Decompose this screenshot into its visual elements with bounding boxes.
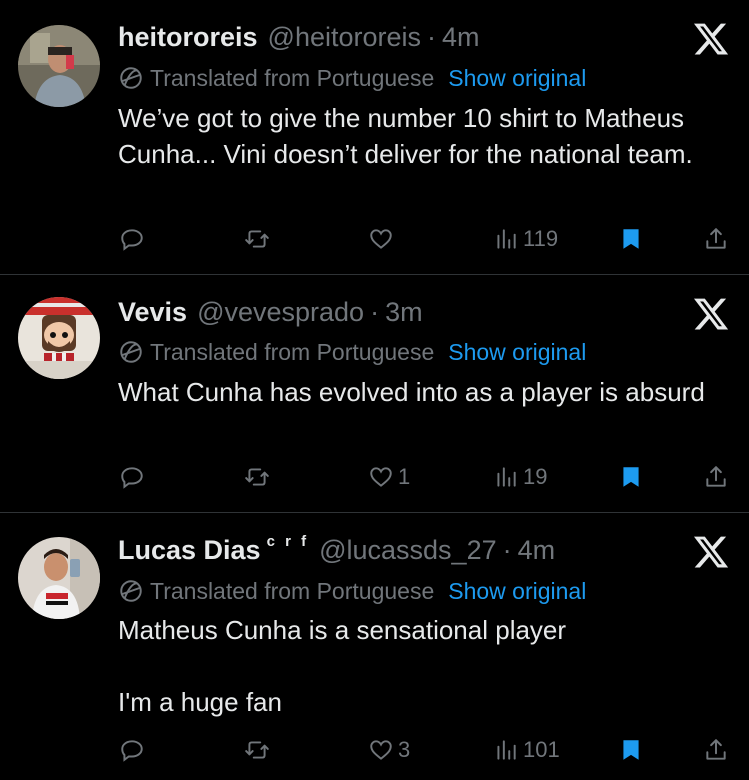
- user-handle[interactable]: @vevesprado: [197, 297, 364, 328]
- views-icon: [493, 737, 519, 763]
- tweet-text: We’ve got to give the number 10 shirt to…: [118, 103, 693, 169]
- like-count: 3: [398, 737, 411, 762]
- tweet-feed: heitororeis @heitororeis · 4m Translated…: [0, 0, 749, 780]
- show-original-link[interactable]: Show original: [448, 339, 586, 366]
- tweet-text: What Cunha has evolved into as a player …: [118, 377, 705, 407]
- display-name[interactable]: Lucas Dias: [118, 535, 261, 566]
- avatar[interactable]: [18, 297, 100, 379]
- retweet-icon: [244, 464, 270, 490]
- avatar-photo-icon: [18, 25, 100, 107]
- like-button[interactable]: 3: [368, 735, 410, 765]
- views-button[interactable]: 119: [493, 224, 558, 254]
- translation-bar: Translated from Portuguese Show original: [118, 337, 586, 367]
- like-count: 1: [398, 464, 411, 489]
- bookmark-icon: [618, 737, 644, 763]
- avatar-photo-icon: [18, 537, 100, 619]
- reply-icon: [119, 464, 145, 490]
- translation-label: Translated from Portuguese: [150, 577, 435, 604]
- retweet-button[interactable]: [244, 462, 270, 492]
- separator-dot: ·: [502, 534, 512, 565]
- timestamp[interactable]: 4m: [518, 535, 556, 566]
- translation-bar: Translated from Portuguese Show original: [118, 576, 586, 606]
- reply-icon: [119, 737, 145, 763]
- bookmark-button[interactable]: [618, 735, 644, 765]
- display-name[interactable]: Vevis: [118, 297, 187, 328]
- translation-label: Translated from Portuguese: [150, 338, 435, 365]
- view-count: 101: [523, 737, 560, 762]
- bookmark-button[interactable]: [618, 462, 644, 492]
- heart-icon: [368, 226, 394, 252]
- x-logo-icon: [692, 295, 730, 333]
- avatar[interactable]: [18, 25, 100, 107]
- reply-icon: [119, 226, 145, 252]
- bookmark-icon: [618, 226, 644, 252]
- reply-button[interactable]: [119, 735, 145, 765]
- user-handle[interactable]: @heitororeis: [268, 22, 421, 53]
- tweet[interactable]: heitororeis @heitororeis · 4m Translated…: [0, 0, 749, 275]
- tweet-actions: 3 101: [0, 735, 749, 765]
- translate-globe-icon: [118, 65, 144, 91]
- show-original-link[interactable]: Show original: [448, 65, 586, 92]
- timestamp[interactable]: 4m: [442, 22, 480, 53]
- user-handle[interactable]: @lucassds_27: [319, 535, 497, 566]
- reply-button[interactable]: [119, 462, 145, 492]
- retweet-button[interactable]: [244, 735, 270, 765]
- share-button[interactable]: [703, 735, 729, 765]
- tweet-header: Lucas Dias c r f @lucassds_27 · 4m: [118, 533, 555, 567]
- views-icon: [493, 226, 519, 252]
- heart-icon: [368, 737, 394, 763]
- share-button[interactable]: [703, 224, 729, 254]
- tweet-actions: 119: [0, 224, 749, 254]
- like-button[interactable]: [368, 224, 398, 254]
- separator-dot: ·: [427, 21, 437, 52]
- name-badge: c r f: [266, 532, 310, 550]
- share-button[interactable]: [703, 462, 729, 492]
- reply-button[interactable]: [119, 224, 145, 254]
- translation-bar: Translated from Portuguese Show original: [118, 63, 586, 93]
- tweet[interactable]: Lucas Dias c r f @lucassds_27 · 4m Trans…: [0, 513, 749, 780]
- retweet-icon: [244, 226, 270, 252]
- x-logo-icon: [692, 533, 730, 571]
- translation-label: Translated from Portuguese: [150, 64, 435, 91]
- tweet-header: heitororeis @heitororeis · 4m: [118, 20, 480, 54]
- separator-dot: ·: [370, 296, 380, 327]
- share-icon: [703, 464, 729, 490]
- bookmark-button[interactable]: [618, 224, 644, 254]
- show-original-link[interactable]: Show original: [448, 578, 586, 605]
- avatar[interactable]: [18, 537, 100, 619]
- x-logo-icon: [692, 20, 730, 58]
- view-count: 19: [523, 464, 548, 489]
- timestamp[interactable]: 3m: [385, 297, 423, 328]
- share-icon: [703, 737, 729, 763]
- like-button[interactable]: 1: [368, 462, 410, 492]
- retweet-icon: [244, 737, 270, 763]
- heart-icon: [368, 464, 394, 490]
- tweet-header: Vevis @vevesprado · 3m: [118, 295, 423, 329]
- display-name[interactable]: heitororeis: [118, 22, 258, 53]
- views-button[interactable]: 101: [493, 735, 560, 765]
- avatar-photo-icon: [18, 297, 100, 379]
- translate-globe-icon: [118, 578, 144, 604]
- views-button[interactable]: 19: [493, 462, 547, 492]
- retweet-button[interactable]: [244, 224, 270, 254]
- tweet-actions: 1 19: [0, 462, 749, 492]
- views-icon: [493, 464, 519, 490]
- tweet[interactable]: Vevis @vevesprado · 3m Translated from P…: [0, 275, 749, 513]
- tweet-text: Matheus Cunha is a sensational player I'…: [118, 615, 567, 717]
- share-icon: [703, 226, 729, 252]
- view-count: 119: [523, 226, 559, 251]
- bookmark-icon: [618, 464, 644, 490]
- translate-globe-icon: [118, 339, 144, 365]
